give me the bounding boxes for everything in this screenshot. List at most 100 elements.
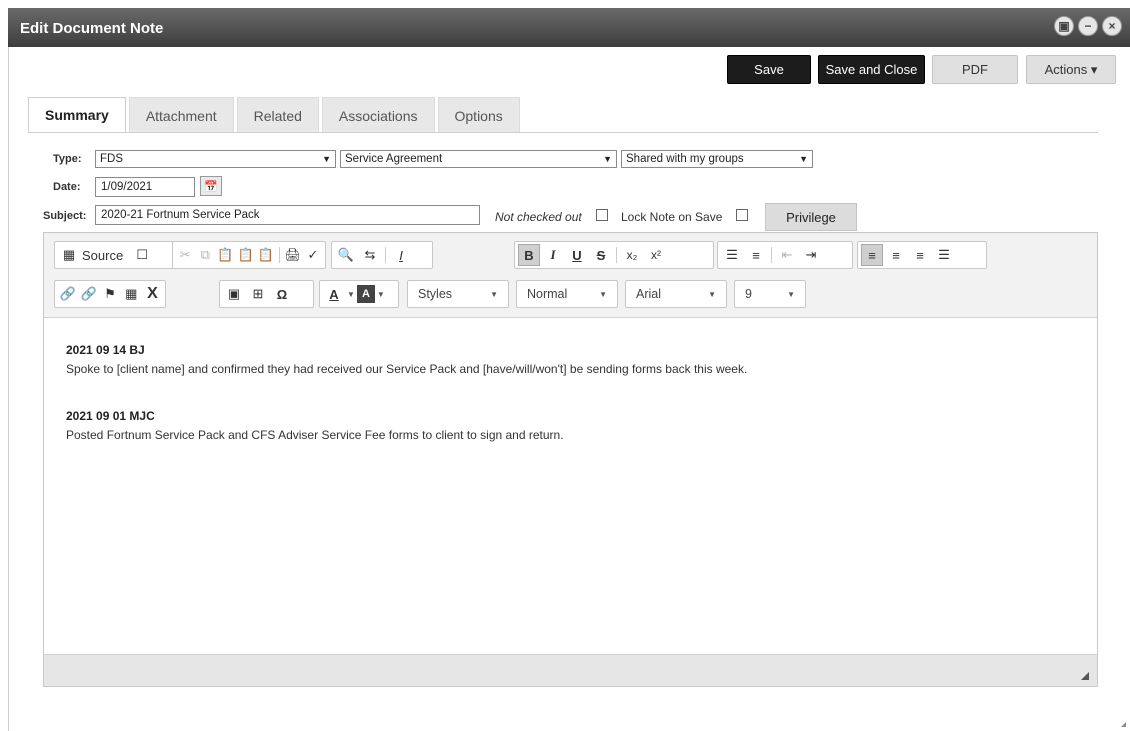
bulleted-list-icon[interactable]: ≡ [745, 244, 767, 266]
spellcheck-icon[interactable]: ✓ [304, 244, 322, 266]
date-label: Date: [53, 181, 81, 193]
styles-dropdown-value: Styles [418, 287, 453, 301]
toolbar-separator [278, 247, 280, 263]
tab-summary[interactable]: Summary [28, 97, 126, 133]
new-page-icon[interactable]: ☐ [131, 244, 153, 266]
subject-field[interactable]: 2020-21 Fortnum Service Pack [95, 205, 480, 225]
resize-handle-icon[interactable] [1081, 672, 1089, 680]
chevron-down-icon: ▼ [347, 289, 355, 299]
maximize-icon[interactable]: ▣ [1054, 16, 1074, 36]
subscript-icon[interactable]: x₂ [621, 244, 643, 266]
bold-icon[interactable]: B [518, 244, 540, 266]
toolbar-group-links: 🔗 🔗 ⚑ ▦ X [54, 280, 166, 308]
link-icon[interactable]: 🔗 [58, 283, 77, 305]
window-resize-icon[interactable] [1121, 722, 1126, 727]
template-icon[interactable]: ▦ [122, 283, 141, 305]
font-dropdown[interactable]: Arial ▼ [625, 280, 727, 308]
chevron-down-icon: ▼ [799, 154, 808, 164]
paste-word-icon[interactable]: 📋 [257, 244, 275, 266]
pdf-button[interactable]: PDF [932, 55, 1018, 84]
source-button-label[interactable]: Source [82, 248, 129, 263]
tab-attachment[interactable]: Attachment [128, 97, 234, 133]
lock-note-label: Lock Note on Save [621, 210, 723, 224]
outdent-icon[interactable]: ⇤ [776, 244, 798, 266]
print-icon[interactable]: 🖨 [284, 244, 302, 266]
chevron-down-icon: ▼ [490, 289, 498, 299]
save-and-close-button[interactable]: Save and Close [818, 55, 925, 84]
checkout-checkbox[interactable] [596, 209, 608, 221]
toolbar-separator [616, 247, 617, 263]
toolbar-group-editing: 🔍 ⇆ I [331, 241, 433, 269]
note-entry-text: Posted Fortnum Service Pack and CFS Advi… [66, 428, 564, 442]
minimize-icon[interactable]: − [1078, 16, 1098, 36]
numbered-list-icon[interactable]: ☰ [721, 244, 743, 266]
window-border [8, 47, 9, 731]
tab-related[interactable]: Related [236, 97, 319, 133]
subtype-select-value: Service Agreement [345, 153, 443, 165]
format-dropdown-value: Normal [527, 287, 568, 301]
align-right-icon[interactable]: ≡ [909, 244, 931, 266]
cut-sign-icon[interactable]: X [143, 283, 162, 305]
calendar-icon[interactable]: 📅 [200, 176, 222, 196]
subtype-select[interactable]: Service Agreement ▼ [340, 150, 617, 168]
paste-text-icon[interactable]: 📋 [237, 244, 255, 266]
window-title: Edit Document Note [20, 20, 164, 37]
background-color-icon[interactable]: A [356, 285, 375, 303]
replace-icon[interactable]: ⇆ [359, 244, 381, 266]
font-size-dropdown-value: 9 [745, 287, 752, 301]
note-entry-date: 2021 09 14 BJ [66, 343, 145, 357]
anchor-icon[interactable]: ⚑ [100, 283, 119, 305]
editor-statusbar [44, 654, 1097, 686]
toolbar-separator [771, 247, 772, 263]
source-icon[interactable]: ▦ [58, 244, 80, 266]
align-center-icon[interactable]: ≡ [885, 244, 907, 266]
indent-icon[interactable]: ⇥ [800, 244, 822, 266]
chevron-down-icon: ▼ [787, 289, 795, 299]
type-label: Type: [53, 153, 82, 165]
format-dropdown[interactable]: Normal ▼ [516, 280, 618, 308]
editor-toolbar: ▦ Source ☐ ✂ ⧉ 📋 📋 📋 🖨 ✓ 🔍 ⇆ I B I U S x… [44, 233, 1097, 318]
toolbar-group-colors: A ▼ A ▼ [319, 280, 399, 308]
toolbar-group-insert: ▣ ⊞ Ω [219, 280, 314, 308]
editor-content[interactable]: 2021 09 14 BJ Spoke to [client name] and… [44, 318, 1097, 656]
type-select[interactable]: FDS ▼ [95, 150, 336, 168]
tab-bar: Summary Attachment Related Associations … [28, 97, 520, 133]
paste-icon[interactable]: 📋 [216, 244, 234, 266]
italic-icon[interactable]: I [542, 244, 564, 266]
type-select-value: FDS [100, 153, 123, 165]
chevron-down-icon: ▼ [322, 154, 331, 164]
image-icon[interactable]: ▣ [223, 283, 245, 305]
actions-dropdown-button[interactable]: Actions ▾ [1026, 55, 1116, 84]
strikethrough-icon[interactable]: S [590, 244, 612, 266]
copy-icon[interactable]: ⧉ [196, 244, 214, 266]
privilege-button[interactable]: Privilege [765, 203, 857, 231]
window-titlebar: Edit Document Note ▣ − × [8, 8, 1130, 47]
text-color-icon[interactable]: A [323, 283, 345, 305]
subject-label: Subject: [43, 210, 87, 222]
underline-icon[interactable]: U [566, 244, 588, 266]
remove-format-icon[interactable]: I [390, 244, 412, 266]
chevron-down-icon: ▼ [603, 154, 612, 164]
toolbar-separator [385, 247, 386, 263]
special-char-icon[interactable]: Ω [271, 283, 293, 305]
tab-associations[interactable]: Associations [321, 97, 435, 133]
close-icon[interactable]: × [1102, 16, 1122, 36]
styles-dropdown[interactable]: Styles ▼ [407, 280, 509, 308]
tab-options[interactable]: Options [437, 97, 520, 133]
align-left-icon[interactable]: ≡ [861, 244, 883, 266]
table-icon[interactable]: ⊞ [247, 283, 269, 305]
sharing-select[interactable]: Shared with my groups ▼ [621, 150, 813, 168]
date-field[interactable]: 1/09/2021 [95, 177, 195, 197]
find-icon[interactable]: 🔍 [335, 244, 357, 266]
unlink-icon[interactable]: 🔗 [79, 283, 98, 305]
toolbar-group-align: ≡ ≡ ≡ ☰ [857, 241, 987, 269]
save-button[interactable]: Save [727, 55, 811, 84]
font-size-dropdown[interactable]: 9 ▼ [734, 280, 806, 308]
window-controls: ▣ − × [1054, 16, 1122, 36]
cut-icon[interactable]: ✂ [176, 244, 194, 266]
superscript-icon[interactable]: x² [645, 244, 667, 266]
lock-note-checkbox[interactable] [736, 209, 748, 221]
chevron-down-icon: ▼ [376, 289, 385, 299]
align-justify-icon[interactable]: ☰ [933, 244, 955, 266]
note-entry-text: Spoke to [client name] and confirmed the… [66, 362, 748, 376]
